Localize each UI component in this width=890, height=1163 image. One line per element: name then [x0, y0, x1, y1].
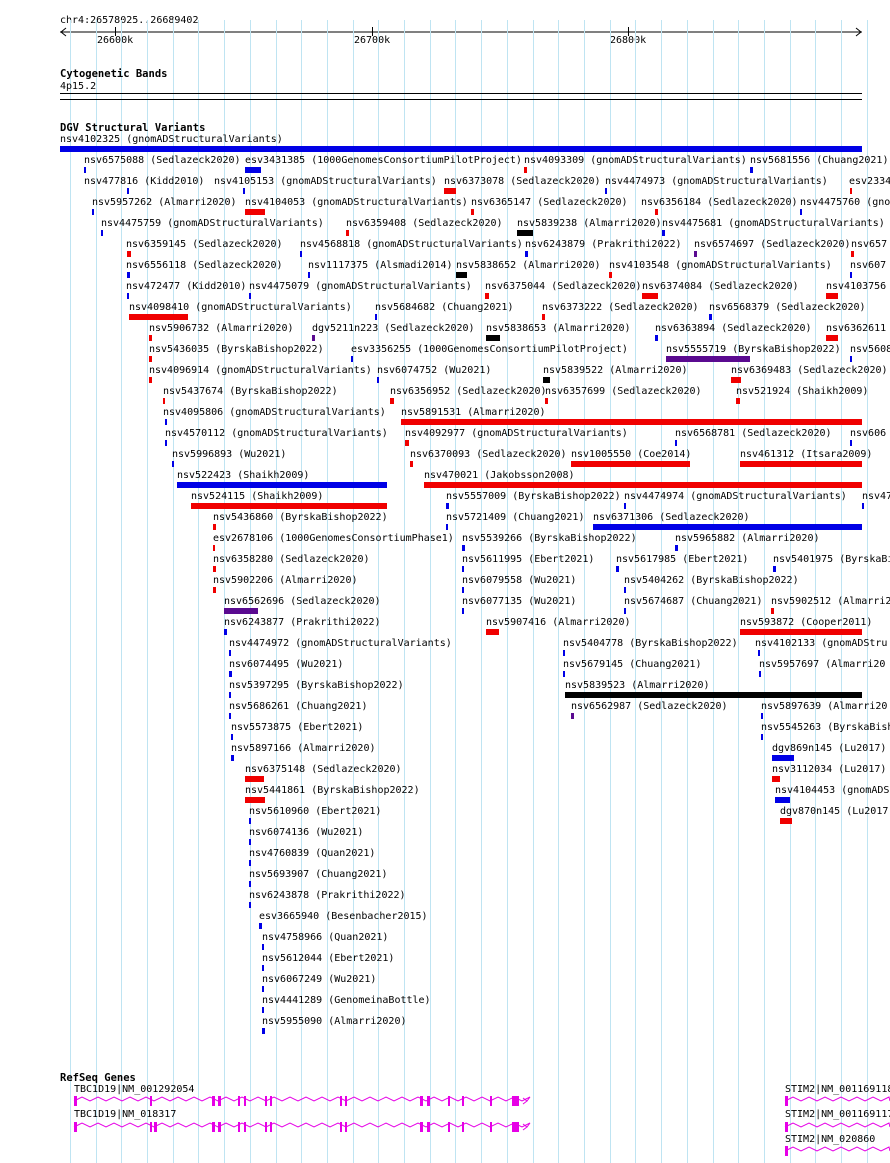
gene-exon [427, 1122, 430, 1132]
gene-exon [270, 1096, 272, 1106]
gene-models [73, 1096, 890, 1156]
gene-intron-line [784, 1096, 890, 1102]
gene-exon [490, 1122, 492, 1132]
gene-exon [74, 1122, 77, 1132]
gene-exon [244, 1122, 246, 1132]
gene-intron-line [73, 1096, 531, 1102]
gene-exon [785, 1122, 788, 1132]
gene-exon [462, 1096, 464, 1106]
gene-exon [212, 1096, 215, 1106]
gene-exon [218, 1096, 221, 1106]
gene-intron-line [784, 1122, 890, 1128]
gene-exon [270, 1122, 272, 1132]
gene-exon [448, 1122, 450, 1132]
gene-exon [265, 1096, 267, 1106]
gene-exon [150, 1122, 152, 1132]
gene-exon [785, 1096, 788, 1106]
gene-exon [218, 1122, 221, 1132]
gene-exon [345, 1122, 347, 1132]
gene-exon [420, 1122, 423, 1132]
gene-intron-line [73, 1122, 531, 1128]
gene-exon [340, 1122, 342, 1132]
gene-exon [345, 1096, 347, 1106]
gene-exon [238, 1122, 240, 1132]
gene-exon [265, 1122, 267, 1132]
gene-exon [244, 1096, 246, 1106]
gene-exon [512, 1122, 519, 1132]
gene-exon [462, 1122, 464, 1132]
gene-exon [154, 1122, 157, 1132]
gene-model [784, 1096, 890, 1106]
gene-exon [340, 1096, 342, 1106]
gene-exon [490, 1096, 492, 1106]
gene-intron-line [784, 1146, 890, 1152]
gene-exon [238, 1096, 240, 1106]
gene-model [784, 1122, 890, 1132]
gene-exon [150, 1096, 152, 1106]
gene-model [784, 1146, 890, 1156]
gene-exon [212, 1122, 215, 1132]
gene-exon [74, 1096, 77, 1106]
gene-exon [448, 1096, 450, 1106]
gene-model [73, 1096, 531, 1106]
gene-exon [512, 1096, 519, 1106]
genome-browser-view: chr4:26578025..26689402 26600k 26700k 26… [0, 0, 890, 1163]
gene-exon [420, 1096, 423, 1106]
gene-model [73, 1122, 531, 1132]
gene-exon [427, 1096, 430, 1106]
gene-exon [785, 1146, 788, 1156]
